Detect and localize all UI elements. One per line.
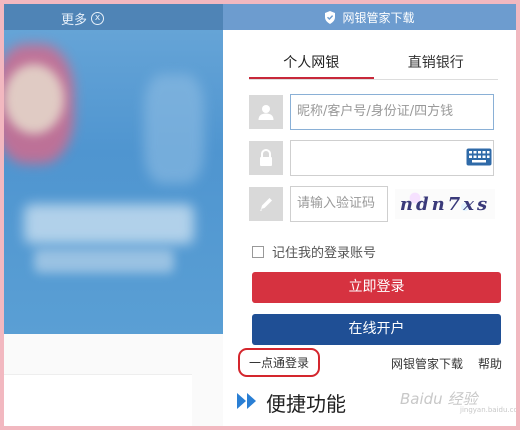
open-account-button[interactable]: 在线开户 <box>252 314 501 345</box>
shortcut-label: 便捷功能 <box>266 392 346 416</box>
username-input[interactable]: 昵称/客户号/身份证/四方钱 <box>290 94 494 130</box>
download-header[interactable]: 网银管家下载 <box>223 4 516 30</box>
banner-top-bar <box>4 4 223 30</box>
username-row: 昵称/客户号/身份证/四方钱 <box>249 94 494 130</box>
close-icon[interactable]: x <box>91 12 105 25</box>
download-link[interactable]: 网银管家下载 <box>391 355 463 372</box>
screenshot-frame: 更多 x 网银管家下载 个人网银 直销银行 昵称/客户号/身份证/四方钱 请输入… <box>4 4 516 426</box>
double-chevron-right-icon <box>236 391 258 415</box>
login-links: 一点通登录 网银管家下载 帮助 <box>223 348 516 377</box>
password-row <box>249 140 494 176</box>
login-tabs: 个人网银 直销银行 <box>249 48 498 80</box>
quick-login-link[interactable]: 一点通登录 <box>238 348 321 377</box>
remember-label: 记住我的登录账号 <box>272 246 377 261</box>
tab-direct-bank[interactable]: 直销银行 <box>374 48 499 79</box>
login-panel: 网银管家下载 个人网银 直销银行 昵称/客户号/身份证/四方钱 请输入验证码 n… <box>223 4 516 380</box>
banner-graphic <box>34 249 174 273</box>
login-button[interactable]: 立即登录 <box>252 272 501 303</box>
keyboard-icon[interactable] <box>464 146 494 168</box>
help-link[interactable]: 帮助 <box>478 355 502 372</box>
banner-graphic <box>144 74 204 184</box>
promo-banner[interactable]: 更多 x <box>4 4 223 334</box>
user-icon <box>249 95 283 129</box>
left-bottom-card <box>4 374 192 426</box>
watermark-sub: jingyan.baidu.com <box>460 406 516 414</box>
download-header-label: 网银管家下载 <box>342 10 415 25</box>
more-label: 更多 <box>61 13 88 28</box>
captcha-input[interactable]: 请输入验证码 <box>290 186 388 222</box>
banner-graphic <box>4 64 64 134</box>
remember-checkbox[interactable] <box>252 245 264 258</box>
lock-icon <box>249 141 283 175</box>
pencil-icon <box>249 187 283 221</box>
shortcut-section: 便捷功能 <box>236 388 346 417</box>
shield-icon <box>324 10 336 24</box>
captcha-row: 请输入验证码 ndn7xs <box>249 186 495 222</box>
remember-login[interactable]: 记住我的登录账号 <box>252 242 376 261</box>
banner-graphic <box>24 204 194 244</box>
more-link[interactable]: 更多 x <box>61 9 105 28</box>
tab-personal-banking[interactable]: 个人网银 <box>249 48 374 79</box>
captcha-image[interactable]: ndn7xs <box>395 189 495 219</box>
